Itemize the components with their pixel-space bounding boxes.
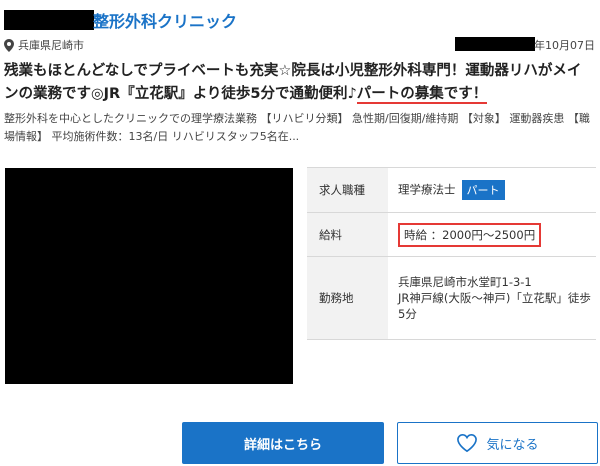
redacted-year	[455, 37, 535, 51]
posted-date: 年10月07日	[534, 39, 595, 52]
clinic-photo	[5, 168, 293, 384]
employment-type-badge: パート	[461, 180, 505, 200]
workplace-address: 兵庫県尼崎市水堂町1-3-1 JR神戸線(大阪～神戸)「立花駅」徒歩 5分	[388, 256, 596, 340]
table-row: 給料 時給 ：2000円～2500円	[307, 212, 596, 257]
salary-cell: 時給 ：2000円～2500円	[388, 212, 596, 257]
access-line: JR神戸線(大阪～神戸)「立花駅」徒歩 5分	[398, 291, 591, 321]
job-type-value: 理学療法士	[398, 182, 456, 197]
address-line: 兵庫県尼崎市水堂町1-3-1	[398, 275, 532, 289]
details-button[interactable]: 詳細はこちら	[182, 422, 384, 464]
location-row: 兵庫県尼崎市	[4, 37, 84, 53]
headline-emphasis: パートの募集です！	[356, 86, 488, 104]
favorite-button[interactable]: 気になる	[397, 422, 598, 464]
headline-text: 残業もほとんどなしでプライベートも充実☆院長は小児整形外科専門！運動器リハがメイ…	[4, 63, 582, 102]
clinic-title-link[interactable]: 整形外科クリニック	[93, 8, 237, 32]
favorite-label: 気になる	[486, 437, 539, 453]
table-row: 求人職種 理学療法士 パート	[307, 167, 596, 213]
redacted-clinic-prefix	[4, 10, 94, 30]
workplace-label: 勤務地	[307, 256, 388, 340]
map-pin-icon	[4, 38, 14, 52]
job-type-label: 求人職種	[307, 167, 388, 213]
salary-value: 時給 ：2000円～2500円	[398, 222, 542, 247]
job-type-cell: 理学療法士 パート	[388, 167, 596, 213]
listing-headline[interactable]: 残業もほとんどなしでプライベートも充実☆院長は小児整形外科専門！運動器リハがメイ…	[4, 60, 594, 106]
salary-label: 給料	[307, 212, 388, 257]
table-row: 勤務地 兵庫県尼崎市水堂町1-3-1 JR神戸線(大阪～神戸)「立花駅」徒歩 5分	[307, 256, 596, 340]
heart-icon	[457, 433, 478, 453]
listing-description: 整形外科を中心としたクリニックでの理学療法業務 【リハビリ分類】 急性期/回復期…	[4, 112, 590, 143]
location-text: 兵庫県尼崎市	[18, 39, 84, 52]
job-details-table: 求人職種 理学療法士 パート 給料 時給 ：2000円～2500円 勤務地 兵庫県…	[307, 167, 596, 340]
